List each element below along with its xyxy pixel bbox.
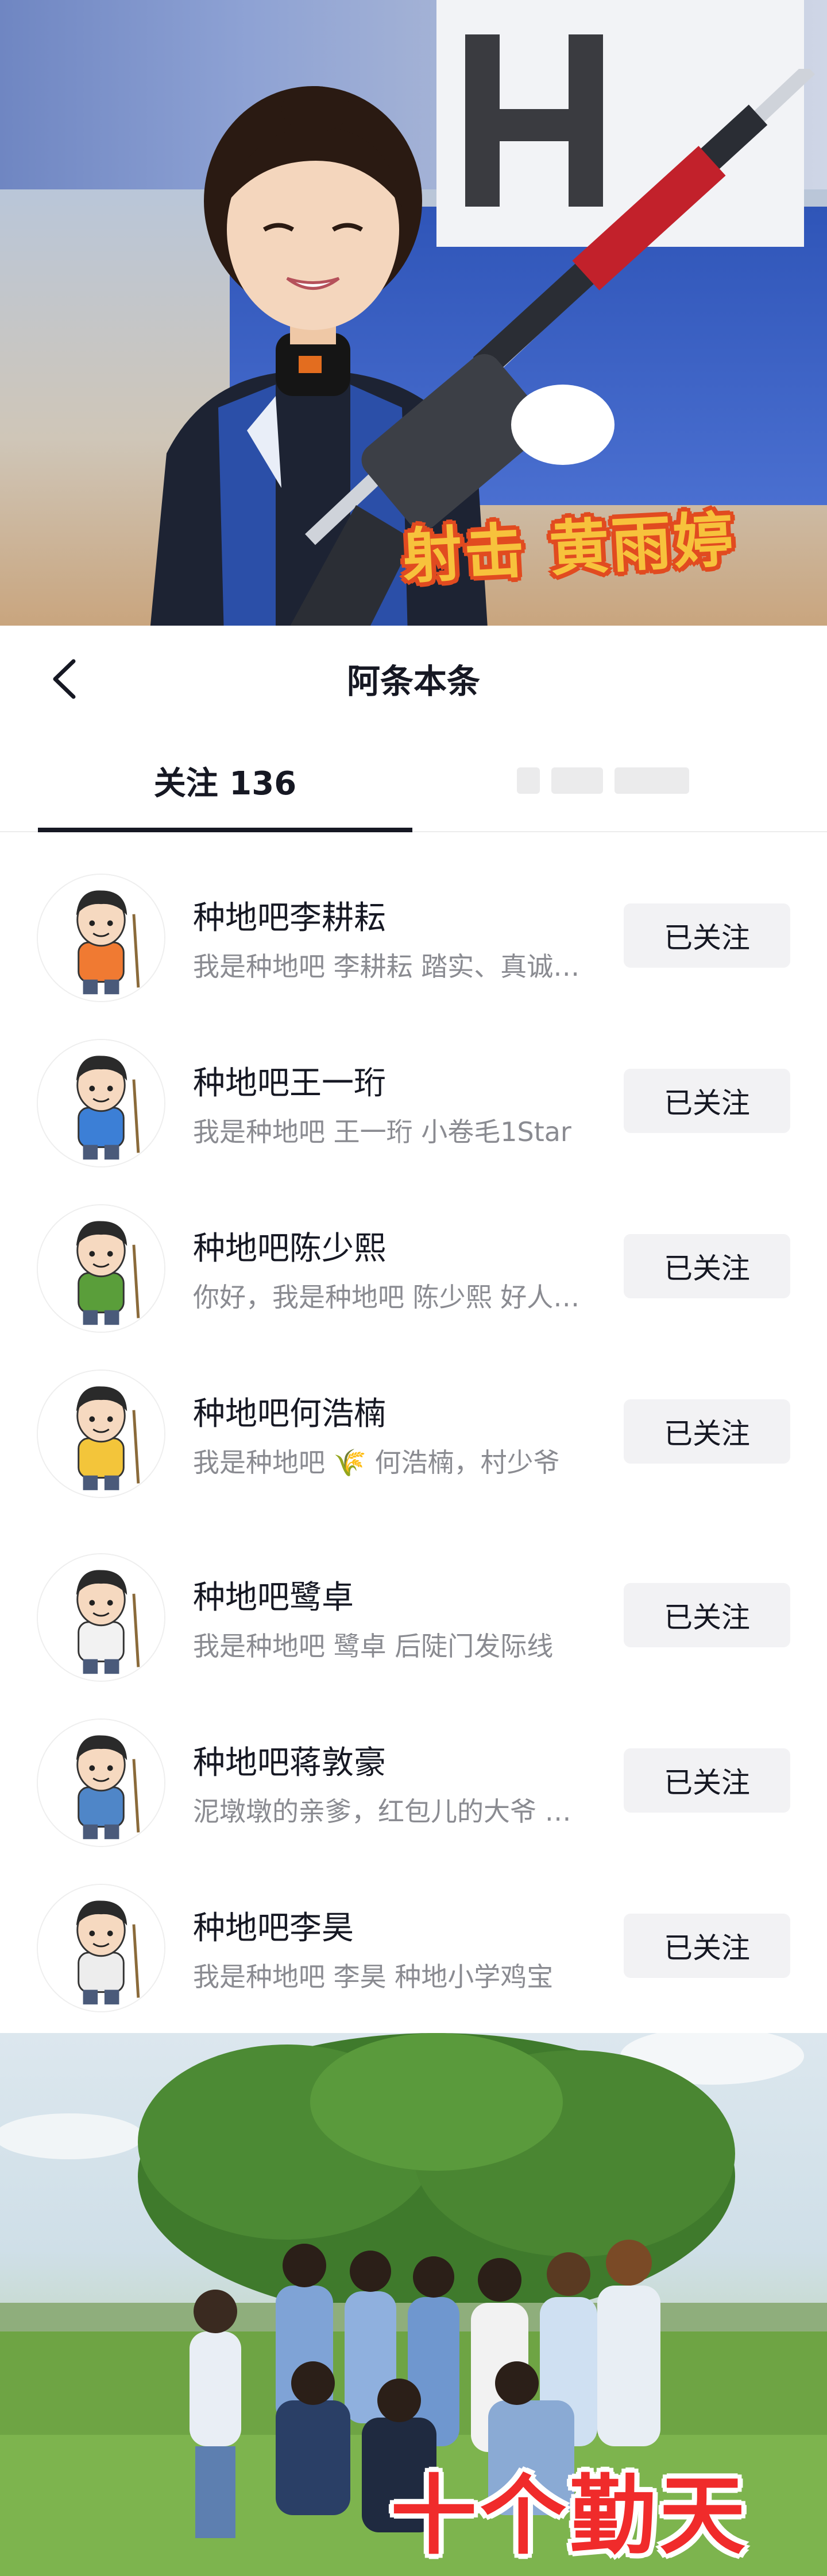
following-list: 种地吧李耕耘我是种地吧 李耕耘 踏实、真诚、热爱生活已关注种地吧王一珩我是种地吧… (0, 832, 827, 2033)
avatar[interactable] (37, 1370, 165, 1498)
list-item[interactable]: 种地吧李耕耘我是种地吧 李耕耘 踏实、真诚、热爱生活已关注 (0, 832, 827, 1002)
user-bio: 我是种地吧 王一珩 小卷毛1Star (193, 1116, 571, 1147)
cartoon-avatar-icon (38, 875, 164, 1001)
tab-following-label: 关注 136 (153, 765, 297, 802)
avatar[interactable] (37, 1718, 165, 1847)
user-bio: 你好，我是种地吧 陈少熙 好人一生平安 (193, 1282, 595, 1313)
tab-following[interactable]: 关注 136 (38, 735, 412, 832)
cartoon-avatar-icon (38, 1885, 164, 2011)
following-status-button[interactable]: 已关注 (624, 1234, 790, 1298)
profile-header: 阿条本条 (0, 626, 827, 735)
list-item[interactable]: 种地吧陈少熙你好，我是种地吧 陈少熙 好人一生平安已关注 (0, 1163, 827, 1333)
user-name: 种地吧王一珩 (193, 1065, 386, 1102)
tab-bar: 关注 136 (0, 735, 827, 832)
top-banner-caption: 射击 黄雨婷 (400, 504, 737, 592)
user-name: 种地吧蒋敦豪 (193, 1744, 386, 1782)
list-item[interactable]: 种地吧鹭卓我是种地吧 鹭卓 后陡门发际线 已关注 (0, 1512, 827, 1682)
avatar[interactable] (37, 1204, 165, 1333)
following-status-button[interactable]: 已关注 (624, 1748, 790, 1813)
list-item[interactable]: 种地吧王一珩我是种地吧 王一珩 小卷毛1Star 已关注 (0, 998, 827, 1167)
user-name: 种地吧何浩楠 (193, 1395, 386, 1433)
cartoon-avatar-icon (38, 1205, 164, 1332)
avatar[interactable] (37, 874, 165, 1002)
following-status-button[interactable]: 已关注 (624, 903, 790, 968)
following-status-button[interactable]: 已关注 (624, 1069, 790, 1133)
following-status-button[interactable]: 已关注 (624, 1914, 790, 1978)
user-bio: 我是种地吧 🌾 何浩楠，村少爷 (193, 1447, 560, 1478)
list-item[interactable]: 种地吧蒋敦豪泥墩墩的亲爹，红包儿的大爷 大家好 已关注 (0, 1677, 827, 1847)
avatar[interactable] (37, 1039, 165, 1167)
following-status-button[interactable]: 已关注 (624, 1399, 790, 1464)
page-title: 阿条本条 (346, 662, 480, 701)
cartoon-avatar-icon (38, 1720, 164, 1846)
user-name: 种地吧陈少熙 (193, 1230, 386, 1267)
active-tab-indicator (38, 828, 412, 832)
avatar[interactable] (37, 1884, 165, 2012)
bottom-photo-banner: 十个勤天 (0, 2033, 827, 2576)
user-bio: 我是种地吧 鹭卓 后陡门发际线 (193, 1631, 554, 1662)
list-item[interactable]: 种地吧李昊我是种地吧 李昊 种地小学鸡宝 已关注 (0, 1842, 827, 2012)
list-item[interactable]: 种地吧何浩楠我是种地吧 🌾 何浩楠，村少爷 已关注 (0, 1328, 827, 1498)
top-photo-banner: 射击 黄雨婷 (0, 0, 827, 626)
user-bio: 我是种地吧 李耕耘 踏实、真诚、热爱生活 (193, 951, 595, 982)
avatar[interactable] (37, 1553, 165, 1682)
user-name: 种地吧李昊 (193, 1910, 354, 1947)
cartoon-avatar-icon (38, 1040, 164, 1166)
following-status-button[interactable]: 已关注 (624, 1583, 790, 1647)
user-bio: 泥墩墩的亲爹，红包儿的大爷 大家好 (193, 1796, 595, 1827)
user-name: 种地吧鹭卓 (193, 1579, 354, 1616)
tab-fans[interactable] (505, 761, 701, 801)
user-name: 种地吧李耕耘 (193, 899, 386, 937)
user-bio: 我是种地吧 李昊 种地小学鸡宝 (193, 1961, 554, 1992)
cartoon-avatar-icon (38, 1554, 164, 1681)
bottom-banner-caption: 十个勤天 (391, 2466, 749, 2566)
cartoon-avatar-icon (38, 1371, 164, 1497)
